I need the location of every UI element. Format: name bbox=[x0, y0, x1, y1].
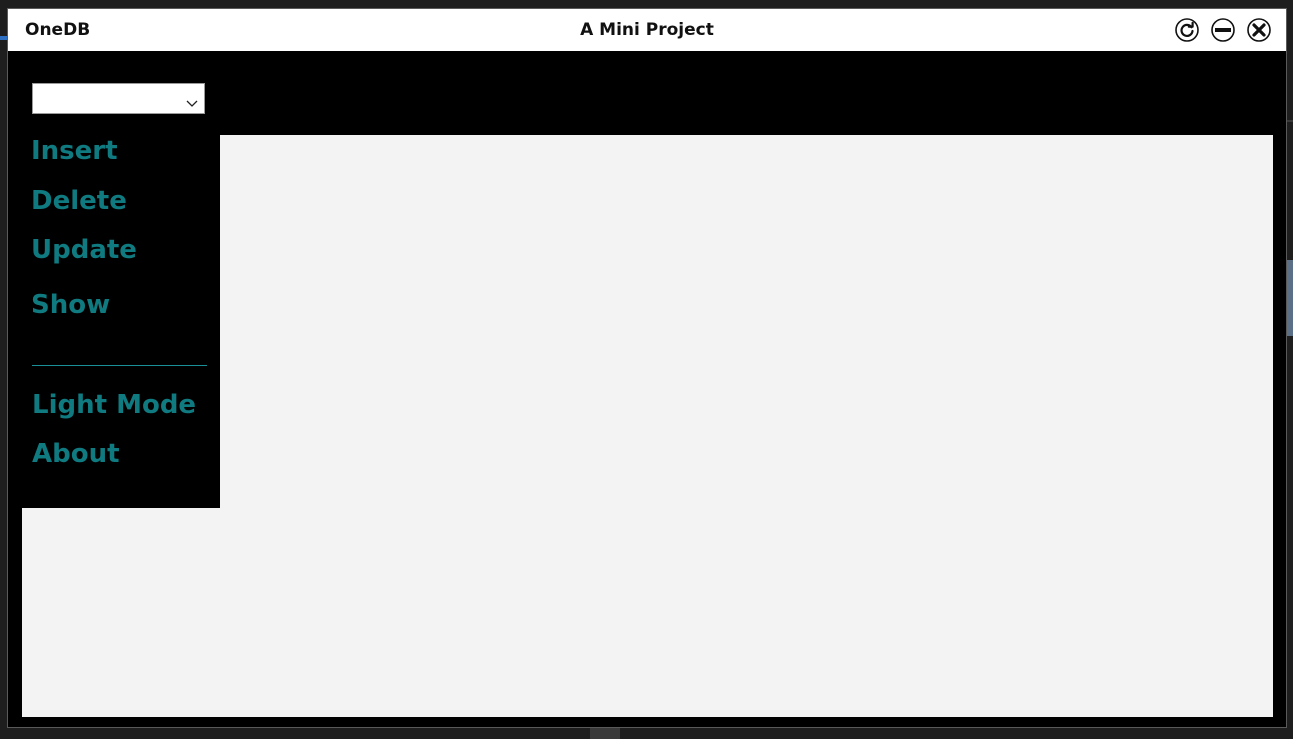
nav-delete[interactable]: Delete bbox=[31, 186, 127, 216]
app-window: OneDB A Mini Project Insert Delete Updat… bbox=[7, 8, 1287, 728]
background-app-fragment bbox=[0, 36, 7, 40]
nav-about[interactable]: About bbox=[32, 439, 120, 469]
close-button[interactable] bbox=[1247, 18, 1271, 42]
background-app-fragment bbox=[1287, 120, 1293, 122]
nav-light-mode[interactable]: Light Mode bbox=[32, 390, 196, 420]
refresh-icon bbox=[1175, 18, 1199, 42]
content-area-extension bbox=[22, 508, 220, 717]
minimize-button[interactable] bbox=[1211, 18, 1235, 42]
refresh-button[interactable] bbox=[1175, 18, 1199, 42]
minimize-icon bbox=[1211, 18, 1235, 42]
database-select[interactable] bbox=[32, 83, 205, 114]
nav-show[interactable]: Show bbox=[31, 290, 110, 320]
window-title: A Mini Project bbox=[580, 20, 714, 40]
nav-insert[interactable]: Insert bbox=[31, 136, 118, 166]
sidebar-divider bbox=[32, 365, 207, 366]
close-icon bbox=[1247, 18, 1271, 42]
nav-update[interactable]: Update bbox=[31, 235, 137, 265]
chevron-down-icon bbox=[186, 94, 198, 107]
sidebar: Insert Delete Update Show Light Mode Abo… bbox=[8, 51, 220, 508]
title-bar[interactable]: OneDB A Mini Project bbox=[8, 9, 1286, 51]
background-app-fragment bbox=[590, 728, 620, 739]
background-app-fragment bbox=[1287, 260, 1293, 336]
content-area bbox=[220, 135, 1273, 717]
